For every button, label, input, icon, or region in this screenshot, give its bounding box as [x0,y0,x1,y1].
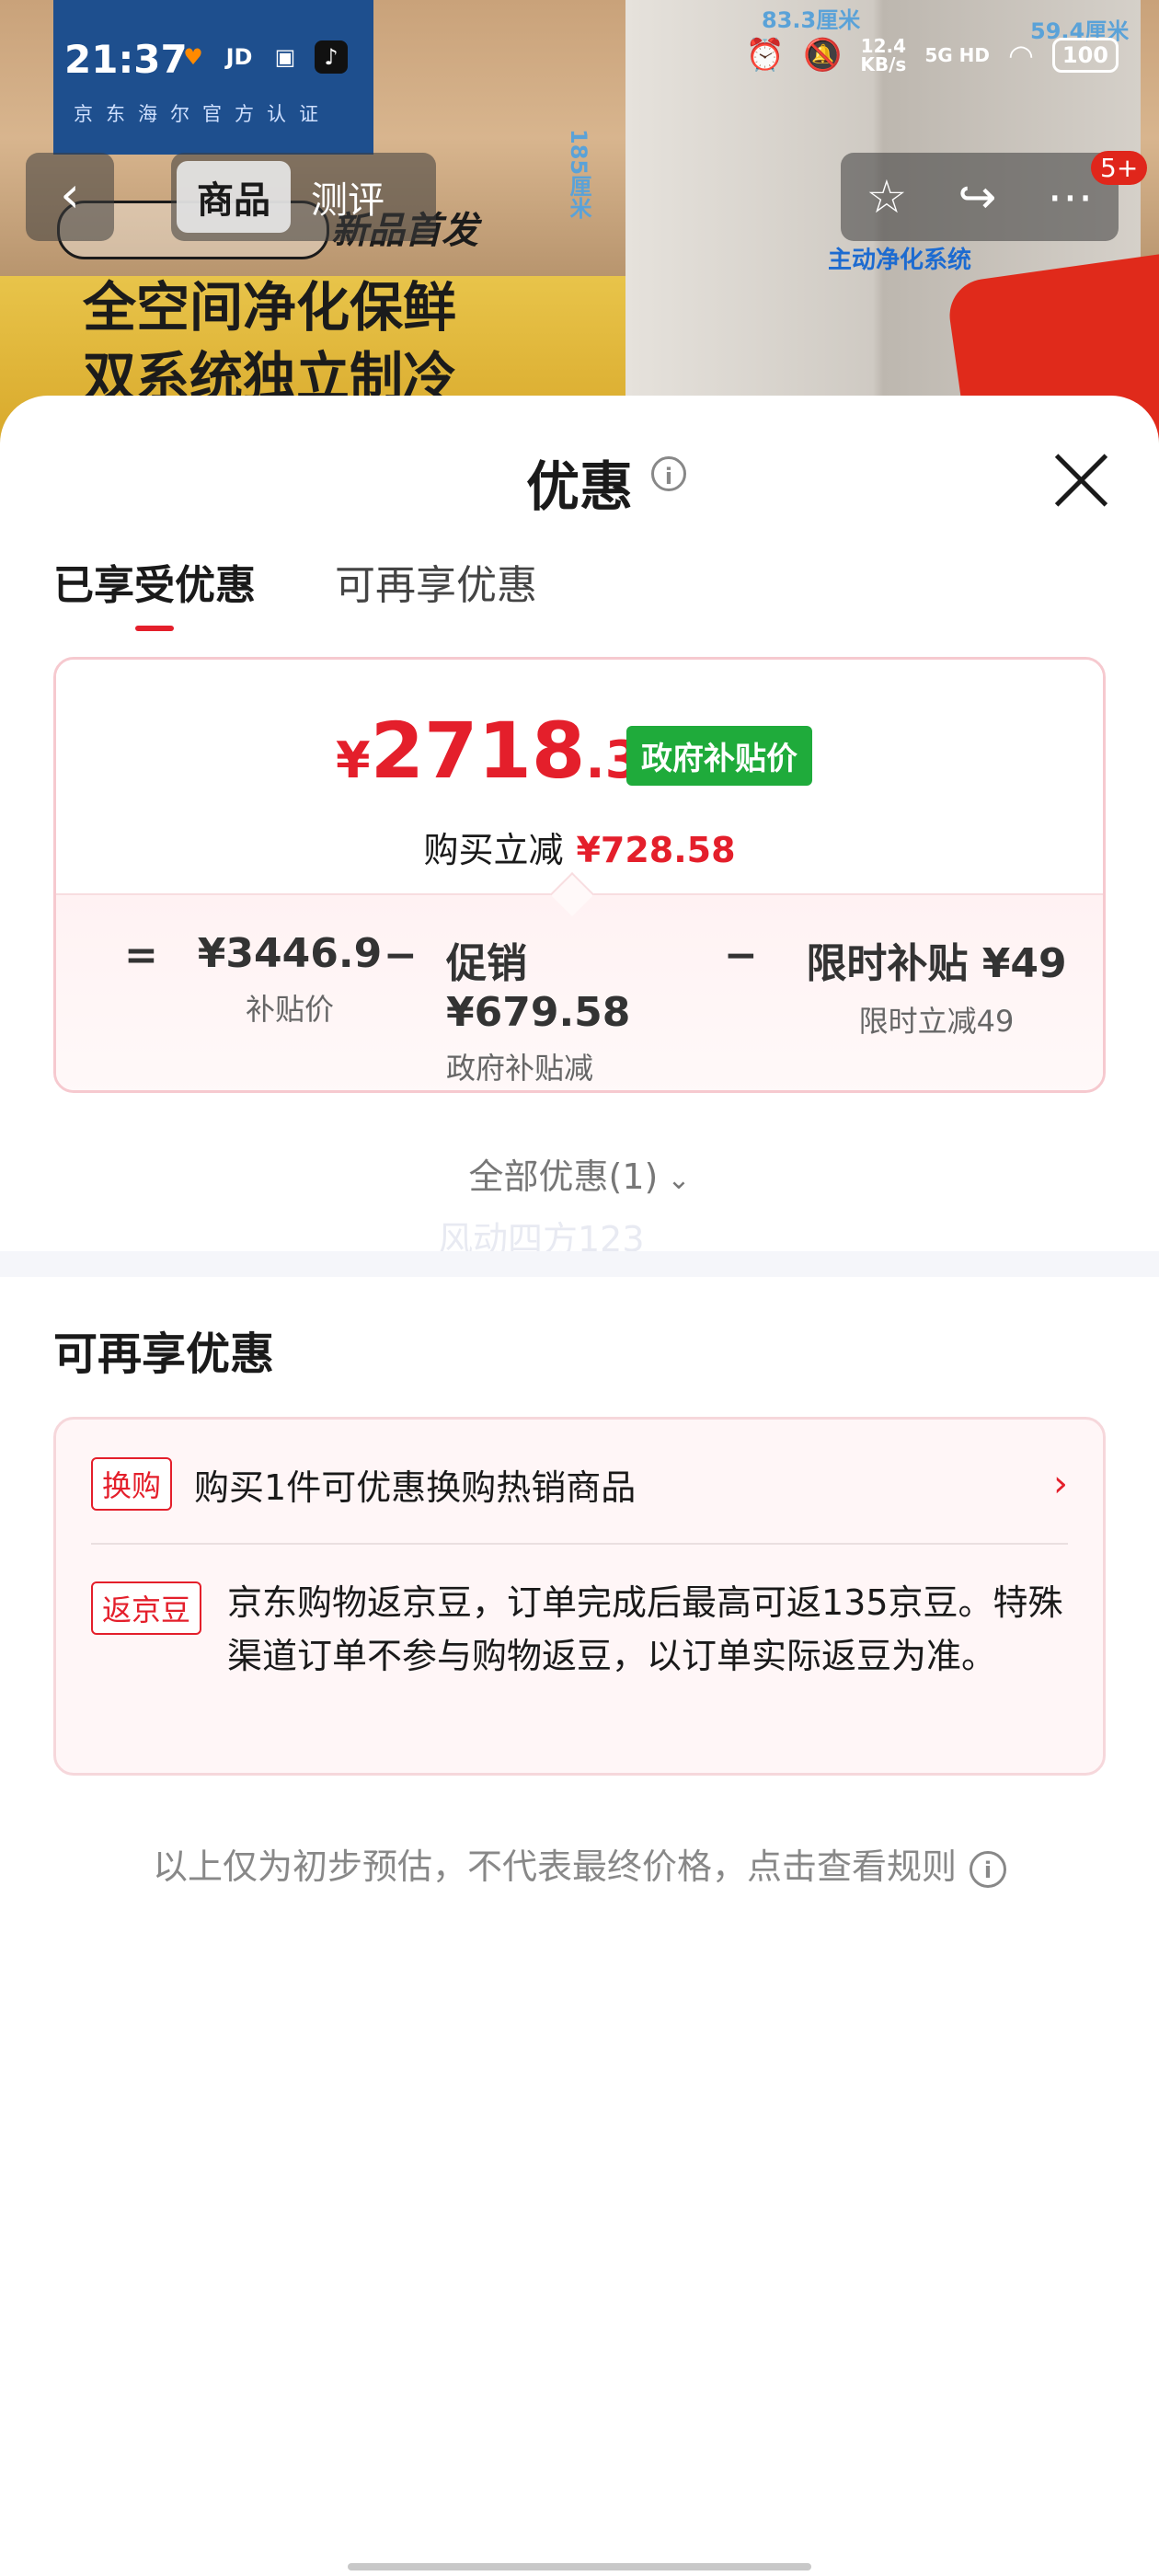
exchange-offer-row[interactable]: 换购 购买1件可优惠换购热销商品 › [91,1456,1068,1512]
section-divider [0,1251,1159,1277]
jd-beans-text: 京东购物返京豆，订单完成后最高可返135京豆。特殊渠道订单不参与购物返豆，以订单… [227,1582,1063,1676]
status-time: 21:37 [64,37,188,82]
final-price: ¥2718.32 [336,706,677,796]
jd-app-icon: JD [225,44,253,70]
alarm-icon: ⏰ [745,37,786,74]
limited-subsidy-value: 限时补贴 ¥49 [806,940,1067,987]
chevron-left-icon: ‹ [60,166,80,224]
limited-subsidy-label: 限时立减49 [858,1004,1015,1039]
status-app-icons: ♥ JD ▣ ♪ [177,40,348,74]
exchange-tag: 换购 [91,1457,173,1511]
back-button[interactable]: ‹ [26,153,114,241]
home-indicator[interactable] [348,2563,811,2570]
status-bar: 21:37 ♥ JD ▣ ♪ ⏰ 🔕 12.4 KB/s 5G HD ◠ 100 [0,0,1159,120]
header-actions: ☆ ↪ ⋯ [841,153,1119,241]
info-icon[interactable]: i [651,456,686,491]
jd-beans-tag: 返京豆 [91,1581,202,1635]
info-icon: i [970,1850,1006,1888]
tab-enjoyed-discounts[interactable]: 已享受优惠 [53,552,256,631]
net-speed-value: 12.4 [860,35,907,57]
tab-more-discounts[interactable]: 可再享优惠 [335,552,537,631]
disclaimer-text: 以上仅为初步预估，不代表最终价格，点击查看规则 [152,1846,957,1887]
subsidy-price-label: 补贴价 [245,992,334,1027]
disclaimer[interactable]: 以上仅为初步预估，不代表最终价格，点击查看规则 i [0,1838,1159,1889]
equals-sign: = [124,932,158,979]
minus-sign-1: − [384,932,418,979]
sheet-title: 优惠 [525,455,633,518]
wifi-icon: ◠ [1007,38,1034,73]
chevron-down-icon: ⌄ [667,1164,691,1196]
all-discounts-toggle[interactable]: 全部优惠(1) ⌄ [0,1148,1159,1199]
gov-subsidy-badge: 政府补贴价 [626,726,812,786]
tiktok-app-icon: ♪ [315,40,348,74]
net-speed: 12.4 KB/s [860,37,906,74]
promo-value: 促销 ¥679.58 [446,940,631,1036]
final-price-currency: ¥ [336,731,371,789]
net-speed-unit: KB/s [860,53,907,75]
headline-line-1: 全空间净化保鲜 [83,276,457,339]
price-breakdown: = ¥3446.9 补贴价 − 促销 ¥679.58 政府补贴减679.58 −… [56,893,1103,1090]
banner-headline: 全空间净化保鲜 双系统独立制冷 [83,272,456,412]
promo-item: 促销 ¥679.58 政府补贴减679.58 [446,930,713,1090]
card-separator [91,1543,1068,1545]
dimension-height: 185厘米 [566,129,591,220]
message-count-badge: 5+ [1091,151,1148,185]
close-button[interactable] [1049,445,1113,510]
battery-icon: 100 [1051,38,1119,73]
exchange-offer-text: 购买1件可优惠换购热销商品 [194,1466,637,1508]
notification-app-icon: ▣ [274,44,296,70]
discount-tabs: 已享受优惠 可再享优惠 [53,552,537,631]
star-icon[interactable]: ☆ [866,170,908,224]
all-discounts-label: 全部优惠(1) [468,1156,659,1197]
promo-label: 政府补贴减679.58 [446,1051,594,1090]
heart-app-icon: ♥ [183,44,203,70]
more-discounts-card: 换购 购买1件可优惠换购热销商品 › 返京豆 京东购物返京豆，订单完成后最高可返… [53,1417,1106,1776]
subsidy-price: ¥3446.9 [197,930,383,977]
price-card: ¥2718.32 政府补贴价 购买立减 ¥728.58 = ¥3446.9 补贴价… [53,657,1106,1093]
purify-system-text: 主动净化系统 [828,247,972,274]
tab-product[interactable]: 商品 [177,161,291,233]
minus-sign-2: − [724,932,758,979]
signal-icon: 5G HD [924,44,990,66]
discount-sheet: 优惠 i 已享受优惠 可再享优惠 ¥2718.32 政府补贴价 购买立减 ¥728… [0,396,1159,2576]
reduce-amount: ¥728.58 [576,830,736,870]
product-tabs: 商品 测评 [171,153,436,241]
status-right-icons: ⏰ 🔕 12.4 KB/s 5G HD ◠ 100 [746,37,1119,74]
final-price-integer: 2718 [370,706,586,796]
reduce-line: 购买立减 ¥728.58 [56,822,1103,872]
subsidy-price-item: ¥3446.9 补贴价 [189,930,391,1029]
more-discounts-title: 可再享优惠 [53,1328,275,1380]
more-icon[interactable]: ⋯ [1047,170,1093,224]
chevron-right-icon: › [1053,1463,1068,1505]
limited-subsidy-item: 限时补贴 ¥49 限时立减49 [785,930,1088,1041]
mute-icon: 🔕 [803,37,843,74]
reduce-label: 购买立减 [423,830,564,870]
tab-review[interactable]: 测评 [291,161,405,233]
price-card-top: ¥2718.32 政府补贴价 购买立减 ¥728.58 [56,660,1103,893]
share-icon[interactable]: ↪ [958,170,996,224]
